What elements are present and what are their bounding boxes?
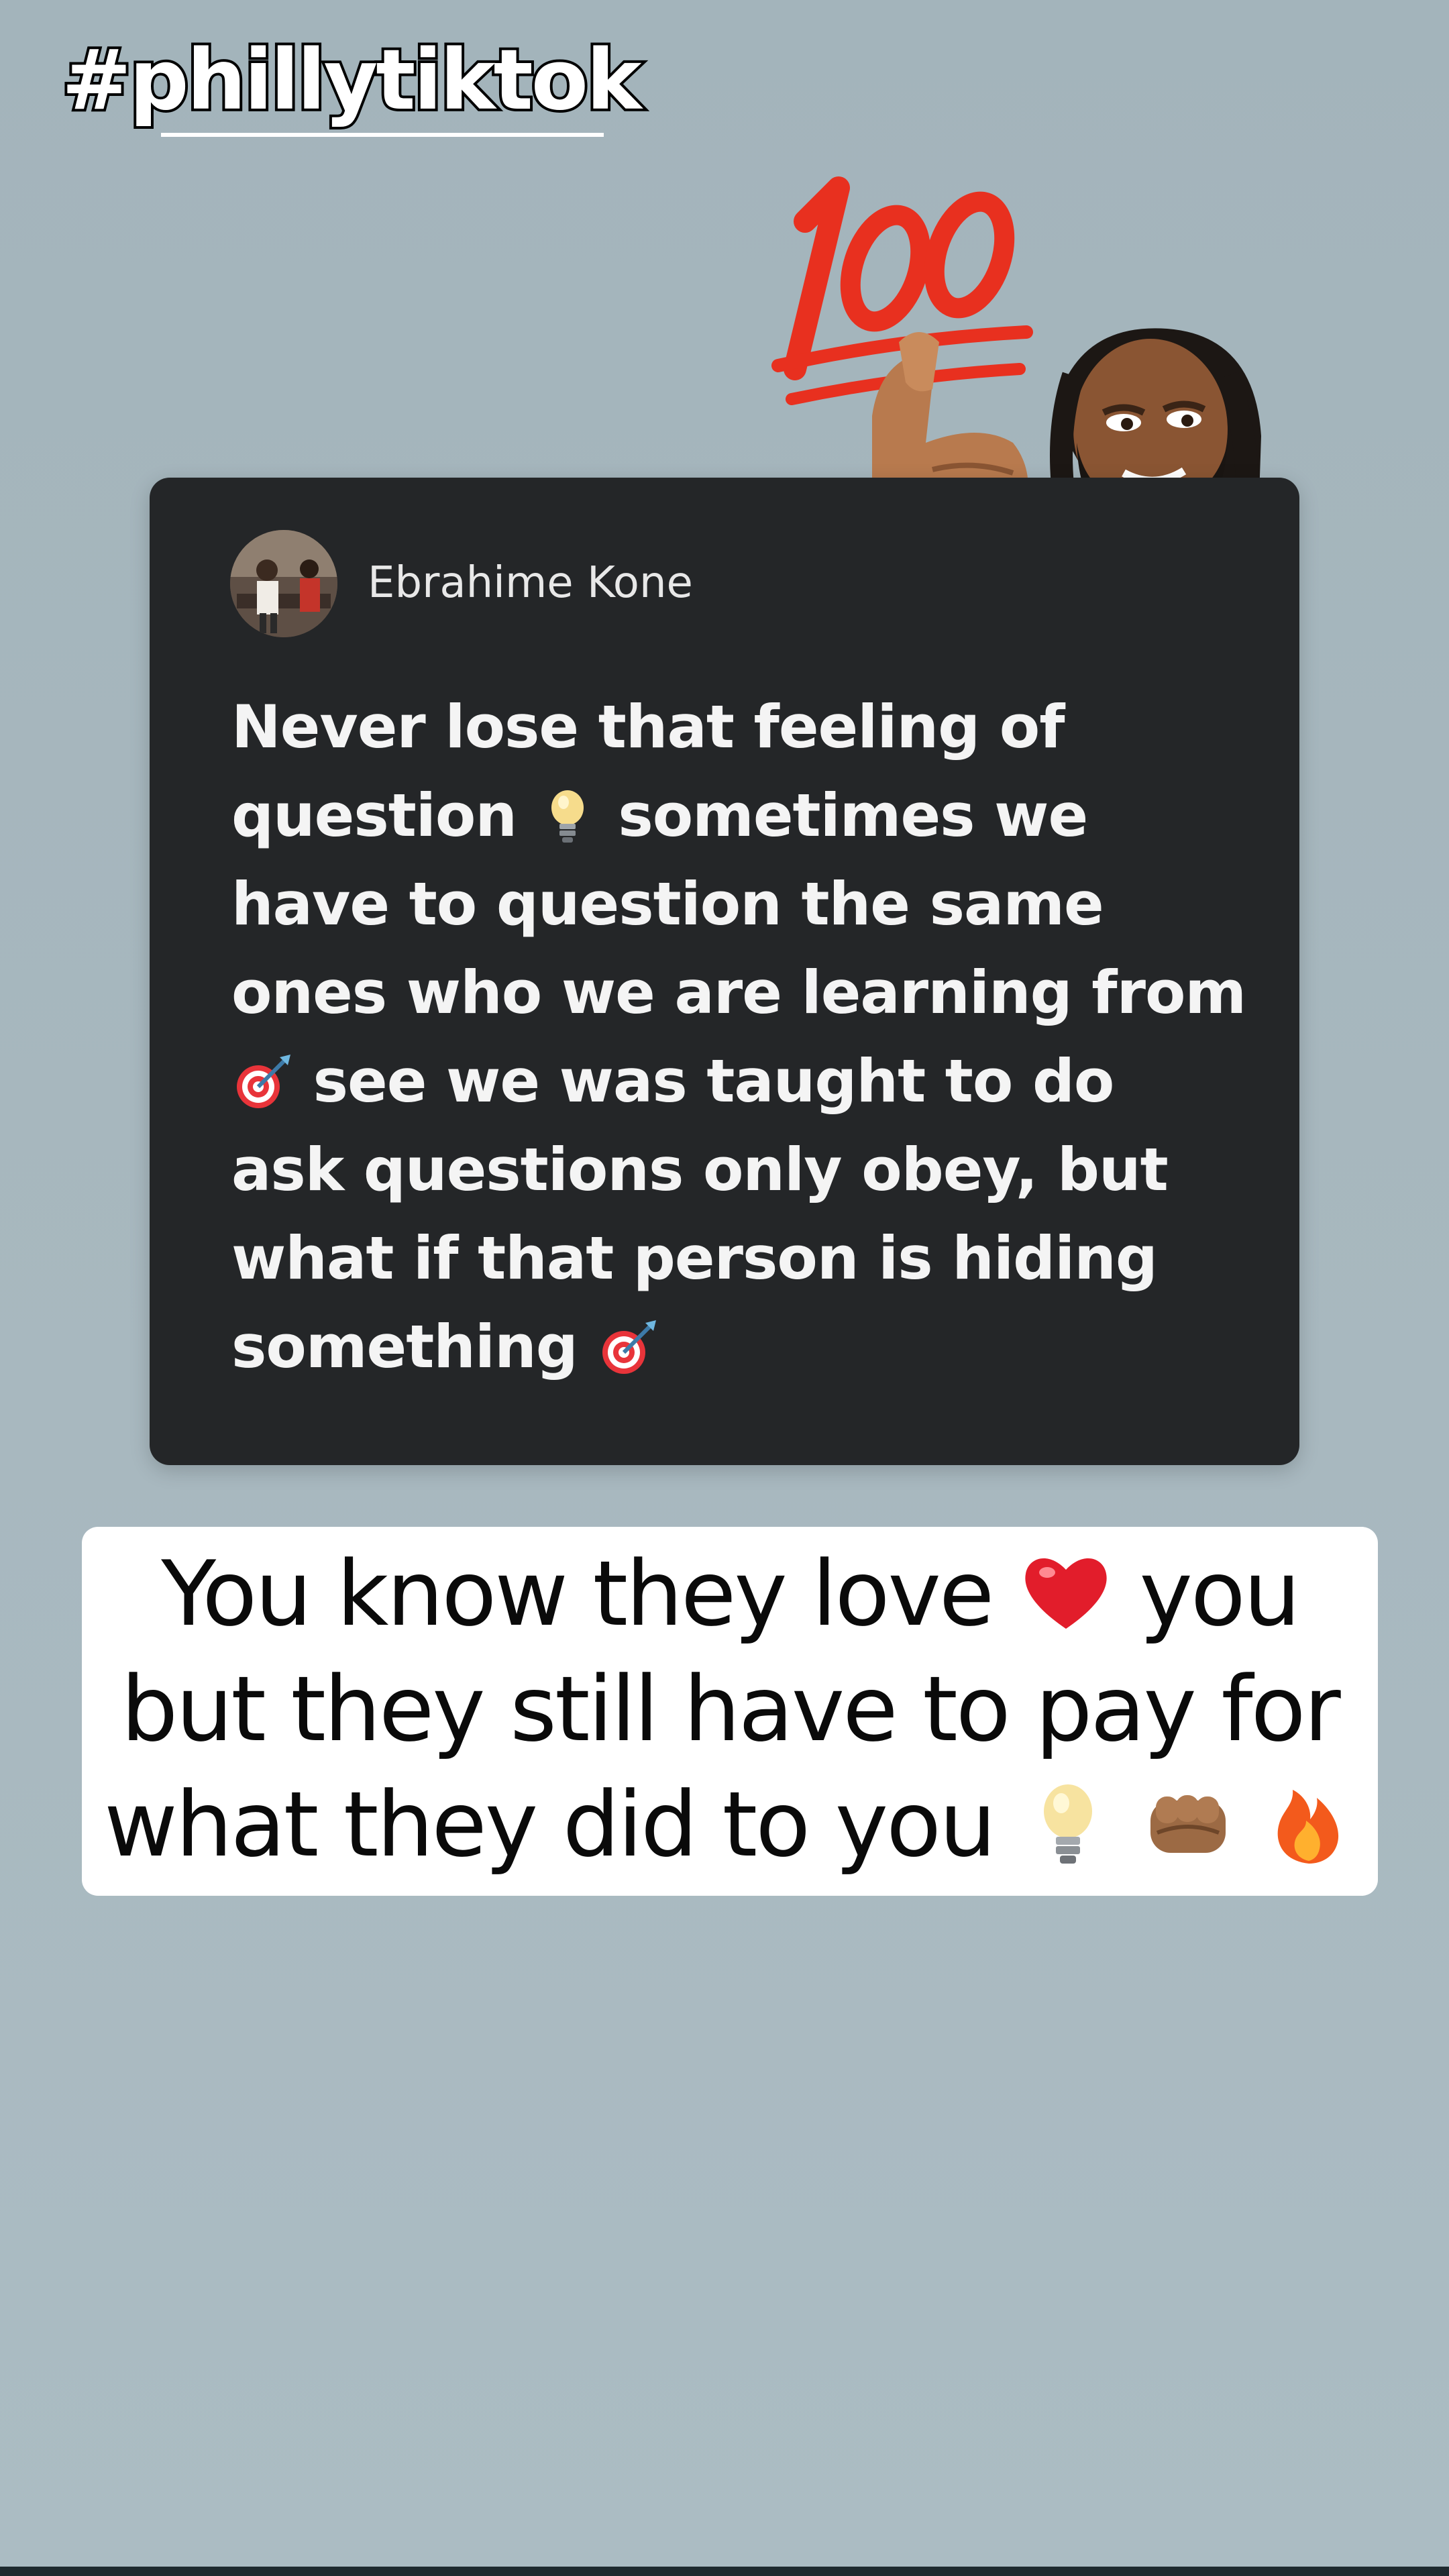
comment-line: something (231, 1303, 1251, 1391)
light-bulb-icon (1043, 1784, 1092, 1864)
light-bulb-icon (551, 790, 584, 843)
comment-line-part: see we was taught to do (313, 1046, 1115, 1116)
direct-hit-target-icon (237, 1055, 290, 1108)
comment-line: ones who we are learning from (231, 958, 1246, 1027)
caption-line-part: you (1139, 1542, 1301, 1646)
comment-line: question sometimes we (231, 771, 1251, 860)
red-heart-icon (1025, 1558, 1107, 1629)
comment-line: have to question the same (231, 869, 1104, 938)
comment-text: Never lose that feeling of question some… (231, 683, 1251, 1391)
comment-line: ask questions only obey, but (231, 1135, 1169, 1204)
caption-line-part: You know they love (161, 1542, 994, 1646)
hashtag-overlay[interactable]: #phillytiktok (59, 36, 644, 125)
comment-line-part: sometimes we (618, 781, 1088, 850)
caption-line-part: what they did to you (104, 1772, 996, 1877)
comment-line: see we was taught to do (231, 1037, 1251, 1126)
hashtag-underline (161, 133, 604, 137)
comment-line-part: question (231, 781, 517, 850)
video-frame: #phillytiktok Ebrahime Kone Never lose t… (0, 0, 1449, 2576)
direct-hit-target-icon (602, 1320, 657, 1374)
caption-line: what they did to you (82, 1767, 1378, 1882)
commenter-avatar[interactable] (230, 530, 337, 637)
comment-line-part: something (231, 1312, 578, 1381)
bottom-edge-strip (0, 2567, 1449, 2576)
fire-icon (1277, 1790, 1338, 1864)
caption-text: You know they love you but they still ha… (82, 1536, 1378, 1882)
comment-author-name[interactable]: Ebrahime Kone (368, 558, 693, 608)
caption-line: You know they love you (82, 1536, 1378, 1652)
comment-line: what if that person is hiding (231, 1224, 1158, 1293)
oncoming-fist-icon (1150, 1795, 1226, 1853)
comment-line: Never lose that feeling of (231, 692, 1065, 761)
caption-line: but they still have to pay for (121, 1657, 1340, 1762)
avatar-photo (230, 530, 337, 637)
